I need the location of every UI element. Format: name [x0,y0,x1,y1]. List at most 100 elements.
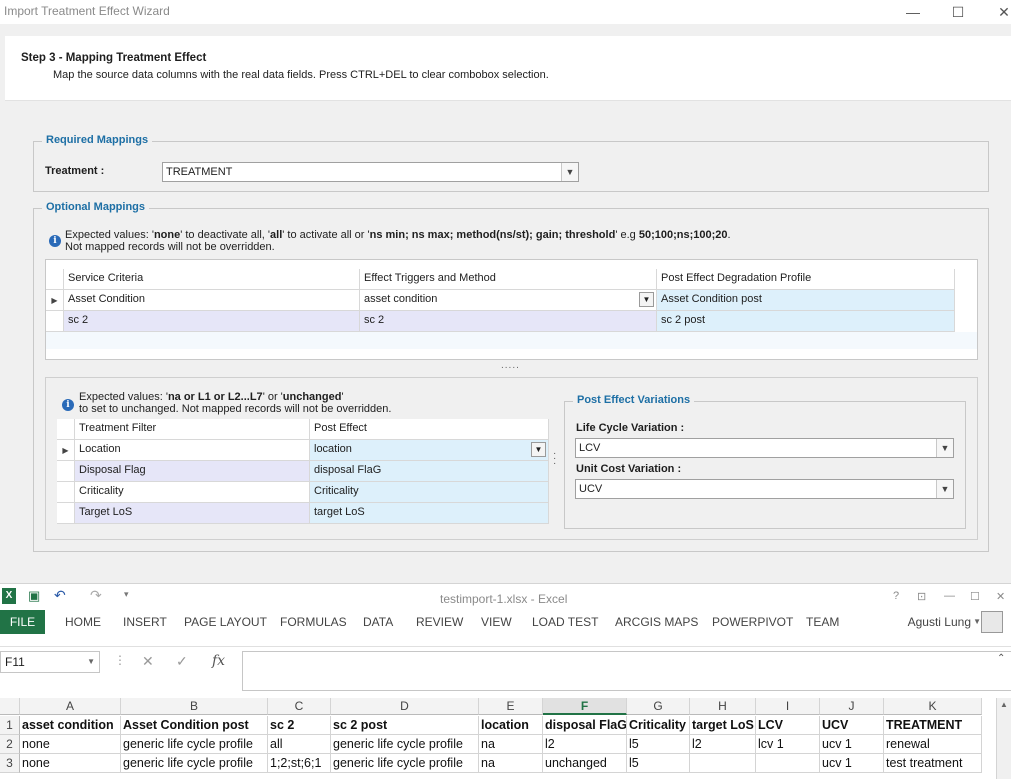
cell-post-effect-profile[interactable]: sc 2 post [657,311,955,332]
cell[interactable]: l5 [627,754,690,773]
cell[interactable]: UCV [820,716,884,735]
chevron-down-icon[interactable]: ▼ [973,617,981,626]
tab-file[interactable]: FILE [0,610,45,634]
column-header[interactable]: B [121,698,268,715]
cell-effect-trigger[interactable]: asset condition ▼ [360,290,657,311]
ucv-combobox[interactable]: UCV ▼ [575,479,954,499]
column-header[interactable]: D [331,698,479,715]
cell[interactable]: asset condition [20,716,121,735]
column-header[interactable]: K [884,698,982,715]
tab-home[interactable]: HOME [65,615,101,629]
cell[interactable]: LCV [756,716,820,735]
cell[interactable]: Asset Condition post [121,716,268,735]
cell-service-criteria[interactable]: sc 2 [64,311,360,332]
cell[interactable]: test treatment [884,754,982,773]
help-button[interactable]: ? [893,590,899,602]
chevron-down-icon[interactable]: ▼ [639,292,654,307]
cell-post-effect[interactable]: location ▼ [310,440,549,461]
scroll-up-icon[interactable]: ▲ [1000,700,1008,709]
column-header[interactable]: Treatment Filter [75,419,310,440]
vertical-splitter-handle[interactable]: · · · [553,449,556,469]
chevron-down-icon[interactable]: ▼ [87,657,95,666]
cell[interactable] [690,754,756,773]
column-header[interactable]: Post Effect Degradation Profile [657,269,955,290]
cell[interactable]: location [479,716,543,735]
column-header-selected[interactable]: F [543,698,627,715]
customize-qat-icon[interactable]: ▾ [124,589,129,600]
lcv-combobox[interactable]: LCV ▼ [575,438,954,458]
formula-input[interactable] [242,651,1011,691]
cell[interactable]: na [479,754,543,773]
column-header[interactable]: H [690,698,756,715]
cell[interactable]: disposal FlaG [543,716,627,735]
column-header[interactable]: J [820,698,884,715]
column-header[interactable]: E [479,698,543,715]
table-row[interactable]: Disposal Flag disposal FlaG [57,461,549,482]
maximize-button[interactable]: ☐ [970,590,980,603]
tab-insert[interactable]: INSERT [123,615,167,629]
chevron-down-icon[interactable]: ▼ [936,439,953,457]
undo-icon[interactable]: ↶ [54,587,66,604]
avatar[interactable] [981,611,1003,633]
chevron-down-icon[interactable]: ▼ [936,480,953,498]
redo-icon[interactable]: ↷ [90,587,102,604]
cell[interactable]: generic life cycle profile [331,754,479,773]
tab-team[interactable]: TEAM [806,615,839,629]
cell-treatment-filter[interactable]: Target LoS [75,503,310,524]
cell[interactable]: TREATMENT [884,716,982,735]
cell-post-effect[interactable]: Criticality [310,482,549,503]
chevron-down-icon[interactable]: ▼ [561,163,578,181]
minimize-button[interactable]: — [890,0,936,24]
column-header[interactable]: Service Criteria [64,269,360,290]
cell[interactable]: generic life cycle profile [121,754,268,773]
column-header[interactable]: Post Effect [310,419,549,440]
maximize-button[interactable]: ☐ [935,0,981,24]
close-button[interactable]: ✕ [996,590,1005,603]
chevron-down-icon[interactable]: ▼ [531,442,546,457]
tab-view[interactable]: VIEW [481,615,512,629]
column-header[interactable]: I [756,698,820,715]
table-row[interactable]: Criticality Criticality [57,482,549,503]
cell[interactable]: target LoS [690,716,756,735]
splitter-handle[interactable]: ..... [501,360,520,371]
table-row[interactable]: sc 2 sc 2 sc 2 post [46,311,977,332]
cell-post-effect-profile[interactable]: Asset Condition post [657,290,955,311]
row-header[interactable]: 2 [0,735,20,754]
cell[interactable]: l2 [690,735,756,754]
user-name[interactable]: Agusti Lung [908,615,971,629]
cell-treatment-filter[interactable]: Disposal Flag [75,461,310,482]
tab-review[interactable]: REVIEW [416,615,463,629]
cell[interactable]: renewal [884,735,982,754]
cell[interactable] [756,754,820,773]
cell-treatment-filter[interactable]: Location [75,440,310,461]
insert-function-icon[interactable]: fx [212,653,225,669]
cell[interactable]: ucv 1 [820,735,884,754]
column-header[interactable]: A [20,698,121,715]
save-icon[interactable]: ▣ [28,588,40,604]
cell[interactable]: none [20,735,121,754]
column-header[interactable]: C [268,698,331,715]
tab-formulas[interactable]: FORMULAS [280,615,347,629]
cell[interactable]: unchanged [543,754,627,773]
tab-data[interactable]: DATA [363,615,393,629]
column-header[interactable]: Effect Triggers and Method [360,269,657,290]
vertical-scrollbar[interactable]: ▲ [996,698,1011,779]
tab-page-layout[interactable]: PAGE LAYOUT [184,615,267,629]
row-header[interactable]: 1 [0,716,20,735]
cell[interactable]: lcv 1 [756,735,820,754]
cell[interactable]: na [479,735,543,754]
ribbon-display-button[interactable]: ⊡ [917,590,926,603]
close-button[interactable]: ✕ [981,0,1011,24]
cell[interactable]: 1;2;st;6;1 [268,754,331,773]
table-row[interactable]: ▶ Asset Condition asset condition ▼ Asse… [46,290,977,311]
expand-formula-bar-icon[interactable]: ⌃ [997,653,1005,664]
cell[interactable]: sc 2 [268,716,331,735]
select-all-corner[interactable] [0,698,20,715]
cell-service-criteria[interactable]: Asset Condition [64,290,360,311]
cell-effect-trigger[interactable]: sc 2 [360,311,657,332]
cell[interactable]: sc 2 post [331,716,479,735]
cell-post-effect[interactable]: target LoS [310,503,549,524]
table-row[interactable]: ▶ Location location ▼ [57,440,549,461]
row-header[interactable]: 3 [0,754,20,773]
cell-treatment-filter[interactable]: Criticality [75,482,310,503]
